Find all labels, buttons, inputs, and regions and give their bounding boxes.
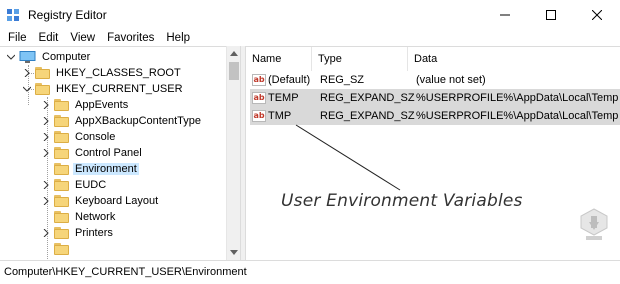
status-bar: Computer\HKEY_CURRENT_USER\Environment bbox=[0, 260, 620, 284]
watermark-logo-icon bbox=[580, 208, 608, 240]
status-path: Computer\HKEY_CURRENT_USER\Environment bbox=[4, 266, 247, 278]
annotation-arrow bbox=[295, 124, 401, 191]
annotation-label: User Environment Variables bbox=[281, 191, 523, 211]
